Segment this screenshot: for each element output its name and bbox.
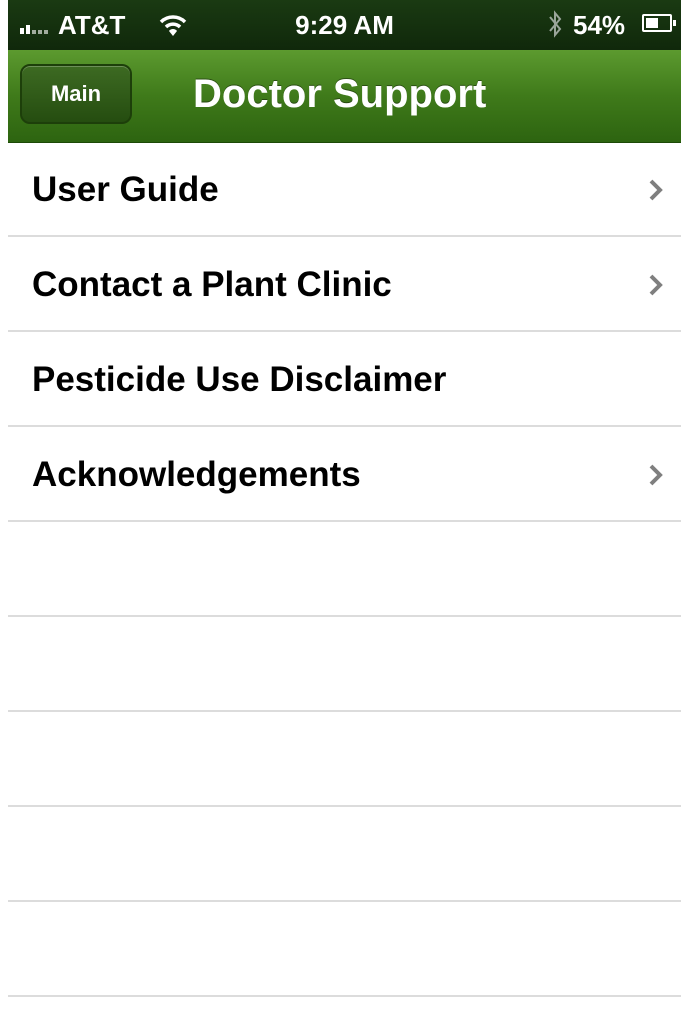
empty-row [8, 522, 681, 617]
battery-icon [642, 14, 676, 32]
empty-row [8, 807, 681, 902]
empty-row [8, 902, 681, 997]
screen-edge [0, 0, 8, 1028]
page-title: Doctor Support [193, 72, 487, 116]
menu-item[interactable]: Pesticide Use Disclaimer [8, 332, 681, 427]
navigation-bar: Main Doctor Support [8, 50, 681, 143]
battery-fill [646, 18, 658, 28]
chevron-right-icon [649, 179, 663, 201]
chevron-right-icon [649, 464, 663, 486]
bluetooth-icon [549, 10, 562, 38]
menu-item-label: Pesticide Use Disclaimer [32, 360, 447, 399]
menu-item-label: Contact a Plant Clinic [32, 265, 392, 304]
menu-item[interactable]: Acknowledgements [8, 427, 681, 522]
main-back-button[interactable]: Main [20, 64, 132, 124]
support-menu-list: User Guide Contact a Plant Clinic Pesticid… [8, 142, 681, 997]
empty-row [8, 712, 681, 807]
empty-row [8, 617, 681, 712]
menu-item[interactable]: Contact a Plant Clinic [8, 237, 681, 332]
menu-item-label: Acknowledgements [32, 455, 361, 494]
menu-item-label: User Guide [32, 170, 219, 209]
battery-percent: 54% [573, 10, 626, 40]
menu-item[interactable]: User Guide [8, 142, 681, 237]
chevron-right-icon [649, 274, 663, 296]
status-bar: AT&T 9:29 AM 54% [8, 0, 681, 50]
